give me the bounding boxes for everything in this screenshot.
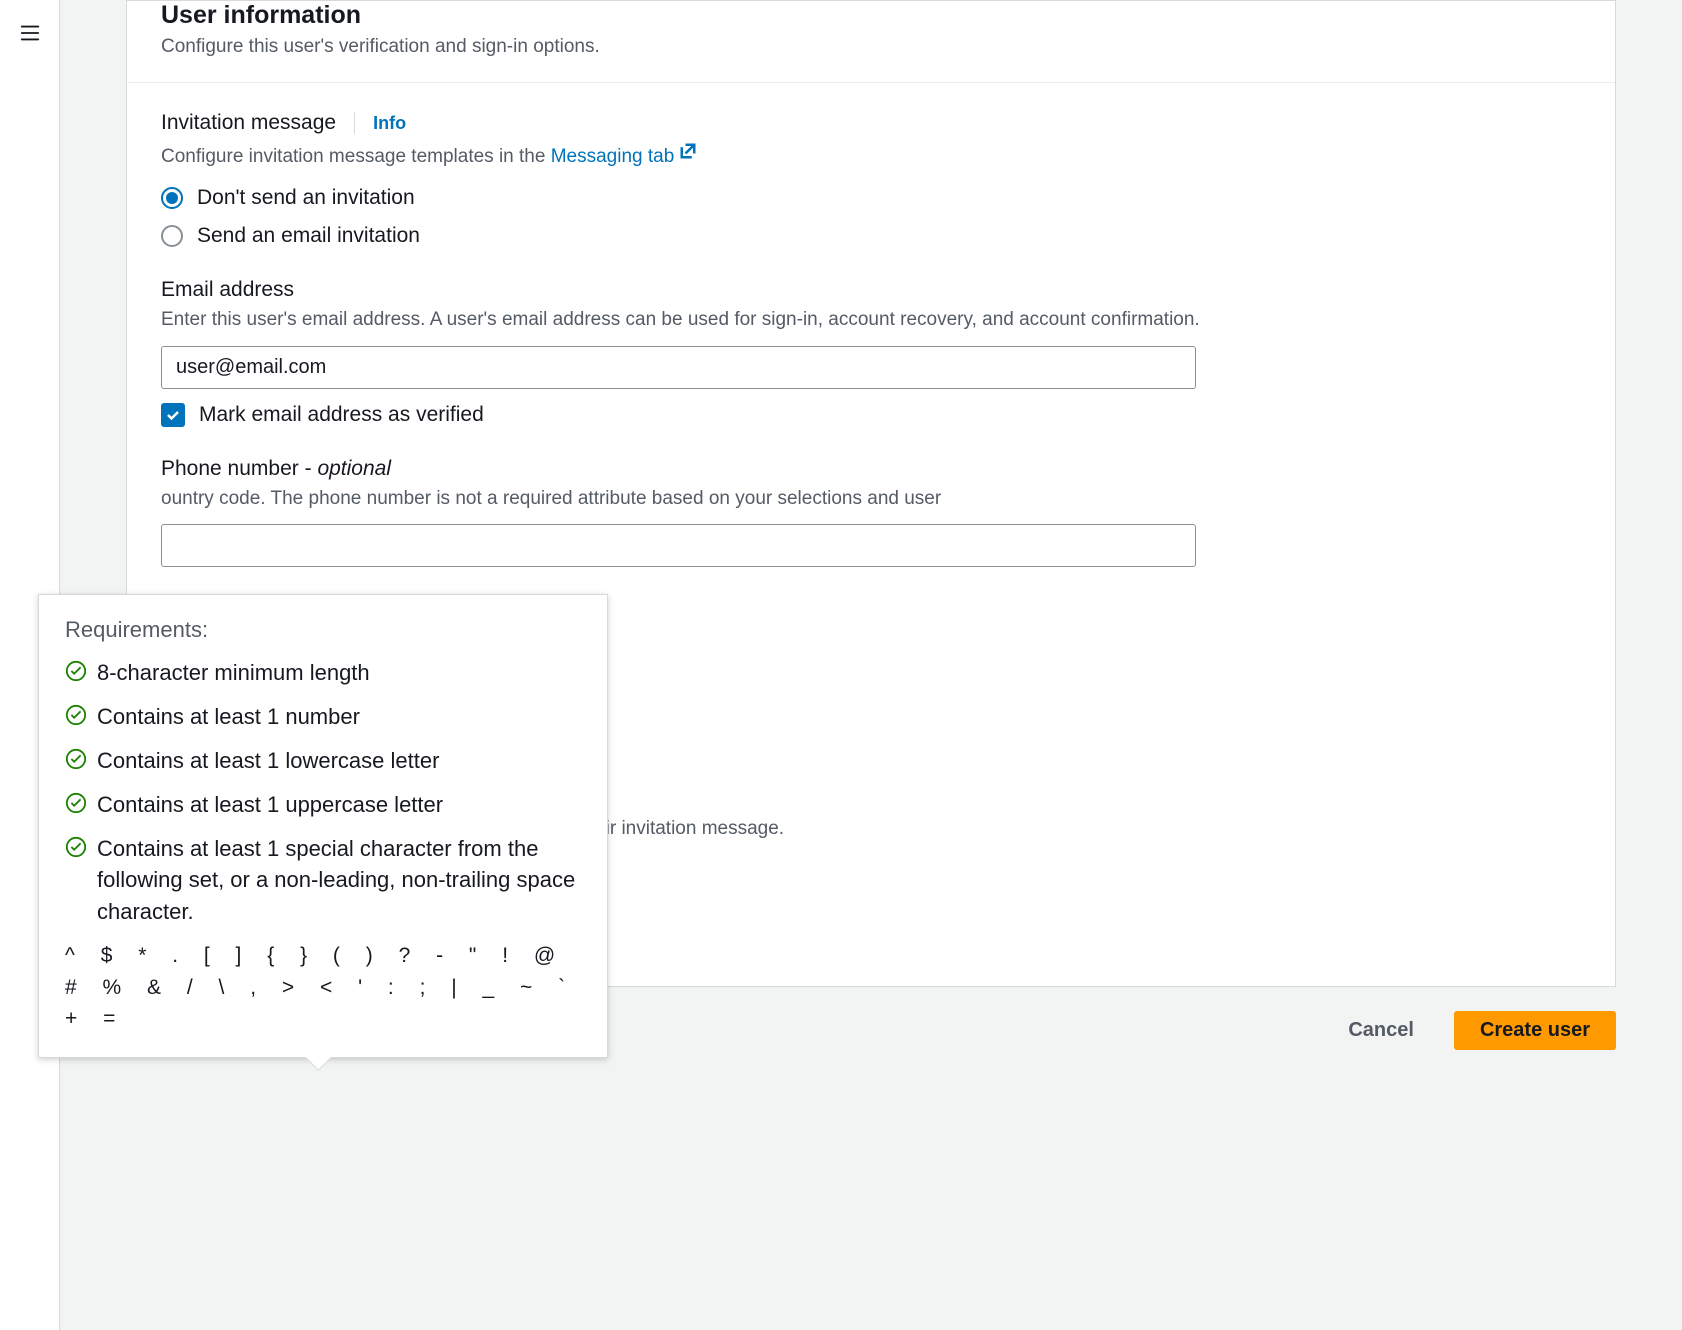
- phone-input[interactable]: [161, 524, 1196, 567]
- create-user-button[interactable]: Create user: [1454, 1011, 1616, 1050]
- cancel-button[interactable]: Cancel: [1322, 1011, 1440, 1050]
- phone-label: Phone number - optional: [161, 457, 1581, 481]
- check-circle-icon: [65, 748, 87, 776]
- email-input[interactable]: [161, 346, 1196, 389]
- radio-send-email-invitation[interactable]: Send an email invitation: [161, 224, 1581, 248]
- divider: [354, 112, 355, 134]
- info-link[interactable]: Info: [373, 113, 406, 134]
- radio-dont-send-invitation[interactable]: Don't send an invitation: [161, 186, 1581, 210]
- check-circle-icon: [65, 792, 87, 820]
- email-help: Enter this user's email address. A user'…: [161, 306, 1581, 334]
- requirements-title: Requirements:: [65, 617, 581, 643]
- panel-subtitle: Configure this user's verification and s…: [161, 36, 1581, 58]
- radio-icon: [161, 225, 183, 247]
- mark-email-verified-checkbox[interactable]: Mark email address as verified: [161, 403, 1581, 427]
- requirement-item: Contains at least 1 special character fr…: [65, 833, 581, 929]
- panel-title: User information: [161, 1, 1581, 30]
- password-requirements-popover: Requirements: 8-character minimum length…: [38, 594, 608, 1058]
- special-chars-list: ^ $ * . [ ] { } ( ) ? - " ! @ # % & / \ …: [65, 940, 581, 1035]
- invitation-section-title: Invitation message: [161, 111, 336, 135]
- requirement-item: Contains at least 1 lowercase letter: [65, 745, 581, 777]
- requirement-item: Contains at least 1 number: [65, 701, 581, 733]
- checkbox-checked-icon: [161, 403, 185, 427]
- check-circle-icon: [65, 704, 87, 732]
- email-label: Email address: [161, 278, 1581, 302]
- external-link-icon: [678, 141, 698, 167]
- phone-help: ountry code. The phone number is not a r…: [161, 485, 1581, 513]
- radio-icon: [161, 187, 183, 209]
- check-circle-icon: [65, 836, 87, 864]
- invitation-help-text: Configure invitation message templates i…: [161, 141, 1581, 168]
- check-circle-icon: [65, 660, 87, 688]
- messaging-tab-link[interactable]: Messaging tab: [551, 146, 699, 167]
- hamburger-icon: [19, 22, 41, 44]
- requirement-item: 8-character minimum length: [65, 657, 581, 689]
- requirement-item: Contains at least 1 uppercase letter: [65, 789, 581, 821]
